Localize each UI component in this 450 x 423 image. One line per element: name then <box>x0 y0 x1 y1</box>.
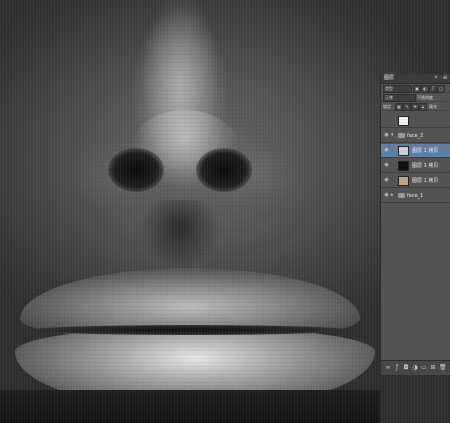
layer-row[interactable]: ◉ 图层 1 拷贝 <box>381 159 450 173</box>
lock-all-icon[interactable]: 🔒︎ <box>419 103 427 111</box>
trash-icon[interactable]: 🗑︎ <box>439 365 447 371</box>
new-layer-icon[interactable]: ⊞ <box>430 365 436 371</box>
layer-thumbnail <box>398 176 409 186</box>
tab-layers[interactable]: 图层 <box>384 75 394 82</box>
filter-row: 类型 ▣ ◐ T ▢ <box>381 84 450 93</box>
eye-icon[interactable] <box>384 118 389 123</box>
layer-name: 图层 1 拷贝 <box>412 178 439 184</box>
lock-paint-icon[interactable]: ✎ <box>403 103 411 111</box>
chevron-right-icon[interactable]: ▸ <box>391 193 394 198</box>
layer-name: face_2 <box>407 133 424 139</box>
layer-row[interactable]: ◉ 图层 1 拷贝 <box>381 174 450 188</box>
collapse-icon[interactable]: » <box>433 75 439 81</box>
layer-group-row[interactable]: ◉ ▾ face_2 <box>381 129 450 143</box>
filter-shape-icon[interactable]: ▢ <box>437 85 445 93</box>
panel-header: 图层 » ≡ <box>381 74 450 84</box>
mask-icon[interactable]: ◘ <box>403 365 409 371</box>
layer-name: 图层 1 拷贝 <box>412 163 439 169</box>
eye-icon[interactable]: ◉ <box>384 178 389 183</box>
filter-type-icon[interactable]: T <box>429 85 437 93</box>
folder-icon <box>398 133 405 138</box>
layers-panel: 图层 » ≡ 类型 ▣ ◐ T ▢ 正常 不透明度 锁定 ▦ ✎ ✥ 🔒︎ 填充… <box>380 74 450 375</box>
layer-row[interactable]: ◉ 图层 1 拷贝 <box>381 144 450 158</box>
lock-move-icon[interactable]: ✥ <box>411 103 419 111</box>
layer-thumbnail <box>398 146 409 156</box>
filter-pixel-icon[interactable]: ▣ <box>413 85 421 93</box>
filter-kind-select[interactable]: 类型 <box>383 85 412 93</box>
lock-label: 锁定 <box>383 104 391 109</box>
layer-name: 图层 1 拷贝 <box>412 148 439 154</box>
adjustment-icon[interactable]: ◑ <box>412 365 418 371</box>
panel-menu-icon[interactable]: ≡ <box>442 75 448 81</box>
eye-icon[interactable]: ◉ <box>384 148 389 153</box>
eye-icon[interactable]: ◉ <box>384 193 389 198</box>
new-group-icon[interactable]: ▭ <box>421 365 427 371</box>
layer-thumbnail <box>398 116 409 126</box>
fill-label: 填充 <box>429 104 437 109</box>
layer-row[interactable] <box>381 114 450 128</box>
layer-thumbnail <box>398 161 409 171</box>
panel-footer: ∞ ƒ ◘ ◑ ▭ ⊞ 🗑︎ <box>381 360 450 375</box>
opacity-label: 不透明度 <box>417 95 433 100</box>
filter-adjust-icon[interactable]: ◐ <box>421 85 429 93</box>
blend-mode-select[interactable]: 正常 <box>383 94 416 102</box>
folder-icon <box>398 193 405 198</box>
fx-icon[interactable]: ƒ <box>394 365 400 371</box>
eye-icon[interactable]: ◉ <box>384 163 389 168</box>
layer-name: face_1 <box>407 193 424 199</box>
lock-row: 锁定 ▦ ✎ ✥ 🔒︎ 填充 <box>381 102 450 111</box>
layer-group-row[interactable]: ◉ ▸ face_1 <box>381 189 450 203</box>
eye-icon[interactable]: ◉ <box>384 133 389 138</box>
lock-transparency-icon[interactable]: ▦ <box>395 103 403 111</box>
blend-row: 正常 不透明度 <box>381 93 450 102</box>
layer-list: ◉ ▾ face_2 ◉ 图层 1 拷贝 ◉ 图层 1 拷贝 ◉ 图层 1 拷贝 ◉ ▸ face_1 <box>381 114 450 361</box>
link-icon[interactable]: ∞ <box>385 365 391 371</box>
chevron-down-icon[interactable]: ▾ <box>391 133 394 138</box>
